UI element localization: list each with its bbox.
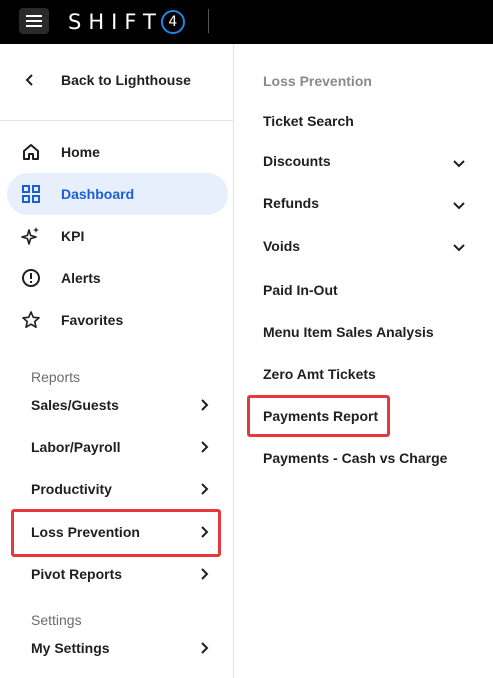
nav-item-home[interactable]: Home	[0, 140, 233, 164]
submenu-item-payments-report[interactable]: Payments Report	[263, 408, 378, 424]
settings-section-header: Settings	[31, 612, 82, 628]
nav-item-labor-payroll[interactable]: Labor/Payroll	[0, 435, 233, 459]
submenu-item-menu-item-sales-analysis[interactable]: Menu Item Sales Analysis	[263, 324, 434, 340]
nav-item-pivot-reports[interactable]: Pivot Reports	[0, 562, 233, 586]
chevron-left-icon	[25, 74, 33, 86]
submenu-item-ticket-search[interactable]: Ticket Search	[263, 113, 354, 129]
submenu-item-payments-cash-vs-charge[interactable]: Payments - Cash vs Charge	[263, 450, 447, 466]
submenu-item-paid-in-out[interactable]: Paid In-Out	[263, 282, 338, 298]
nav-item-home-label: Home	[61, 144, 100, 160]
top-bar: SHIFT 4	[0, 0, 493, 44]
submenu-item-voids[interactable]: Voids	[263, 238, 300, 254]
grid-icon	[22, 185, 40, 203]
nav-item-labor-payroll-label: Labor/Payroll	[31, 439, 121, 455]
nav-item-dashboard-label: Dashboard	[61, 186, 135, 202]
nav-item-productivity-label: Productivity	[31, 481, 112, 497]
chevron-down-icon[interactable]	[452, 243, 466, 253]
nav-item-my-settings-label: My Settings	[31, 640, 110, 656]
chevron-right-icon	[201, 483, 209, 495]
logo-text: SHIFT	[68, 10, 163, 34]
chevron-right-icon	[201, 568, 209, 580]
submenu-item-refunds[interactable]: Refunds	[263, 195, 319, 211]
nav-item-productivity[interactable]: Productivity	[0, 477, 233, 501]
left-nav: Back to Lighthouse Home Dashboard KPI Al…	[0, 44, 234, 678]
back-label: Back to Lighthouse	[61, 72, 191, 88]
chevron-right-icon	[201, 441, 209, 453]
nav-item-favorites-label: Favorites	[61, 312, 124, 328]
loss-prevention-submenu: Loss Prevention Ticket Search Discounts …	[234, 44, 493, 678]
chevron-down-icon[interactable]	[452, 159, 466, 169]
nav-item-pivot-reports-label: Pivot Reports	[31, 566, 123, 582]
nav-item-kpi-label: KPI	[61, 228, 85, 244]
hamburger-menu-button[interactable]	[19, 8, 49, 34]
chevron-right-icon	[201, 526, 209, 538]
topbar-divider	[208, 9, 209, 33]
nav-item-kpi[interactable]: KPI	[0, 224, 233, 248]
alert-icon	[22, 269, 40, 287]
nav-item-sales-guests-label: Sales/Guests	[31, 397, 119, 413]
back-to-lighthouse-link[interactable]: Back to Lighthouse	[0, 68, 233, 92]
hamburger-icon	[26, 15, 42, 27]
logo-badge: 4	[160, 10, 185, 34]
shift4-logo: SHIFT 4	[68, 7, 185, 37]
home-icon	[23, 144, 39, 160]
nav-item-dashboard[interactable]: Dashboard	[0, 182, 233, 206]
nav-item-loss-prevention-label: Loss Prevention	[31, 524, 140, 540]
nav-item-my-settings[interactable]: My Settings	[0, 636, 233, 660]
chevron-right-icon	[201, 399, 209, 411]
nav-item-alerts-label: Alerts	[61, 270, 101, 286]
submenu-item-zero-amt-tickets[interactable]: Zero Amt Tickets	[263, 366, 376, 382]
chevron-down-icon[interactable]	[452, 201, 466, 211]
sparkle-icon	[21, 227, 39, 245]
nav-item-alerts[interactable]: Alerts	[0, 266, 233, 290]
reports-section-header: Reports	[31, 369, 81, 385]
star-icon	[22, 311, 40, 328]
submenu-item-discounts[interactable]: Discounts	[263, 153, 331, 169]
chevron-right-icon	[201, 642, 209, 654]
nav-item-sales-guests[interactable]: Sales/Guests	[0, 393, 233, 417]
submenu-title: Loss Prevention	[263, 73, 372, 89]
nav-item-loss-prevention[interactable]: Loss Prevention	[0, 520, 233, 544]
nav-item-favorites[interactable]: Favorites	[0, 308, 233, 332]
nav-divider	[0, 120, 233, 121]
